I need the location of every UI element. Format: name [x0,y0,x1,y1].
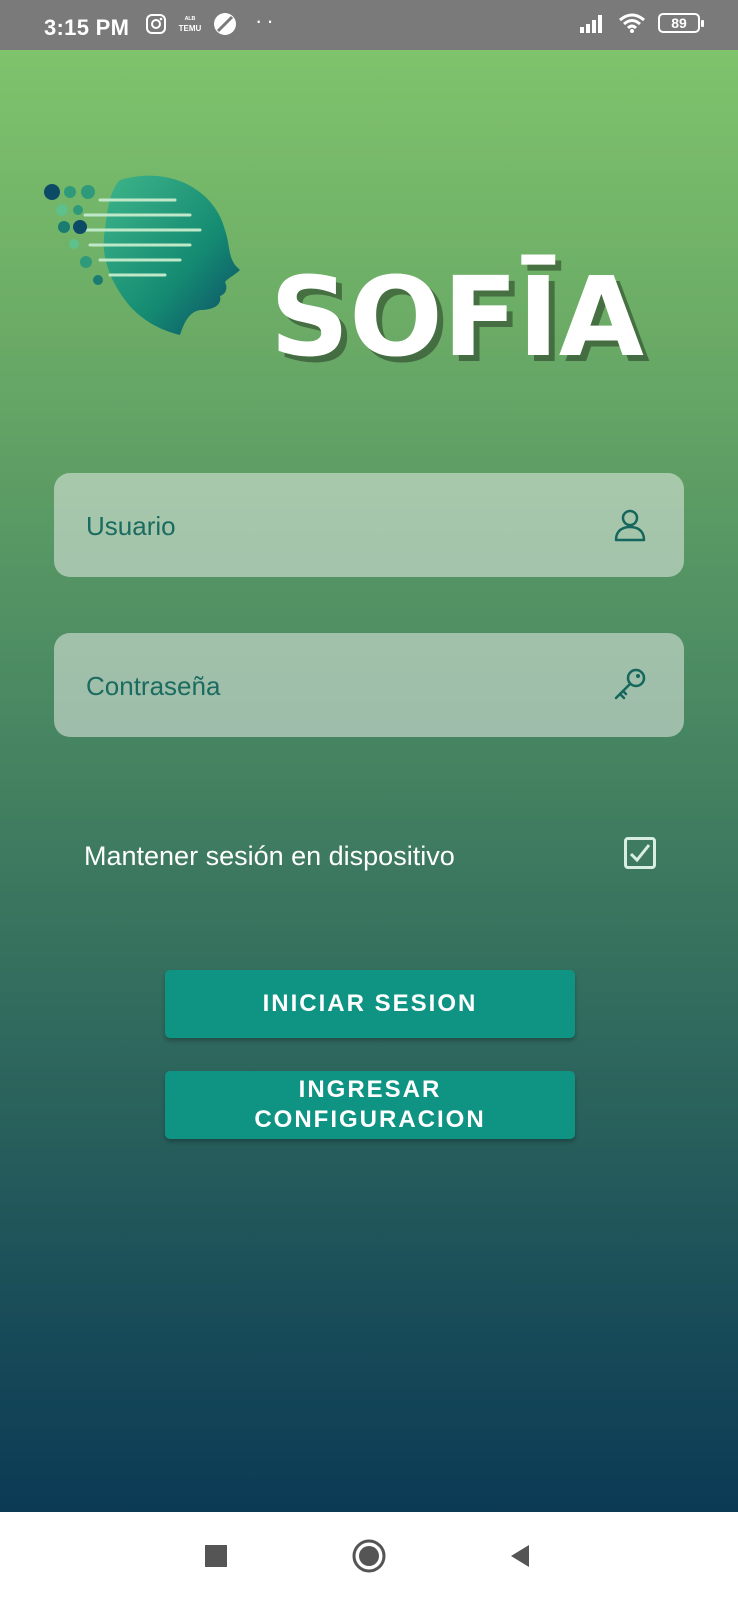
keep-session-label: Mantener sesión en dispositivo [84,841,455,871]
config-button-line1: INGRESAR [298,1076,442,1103]
config-button-line2: CONFIGURACION [254,1106,486,1133]
slash-circle-icon [214,13,236,35]
sofia-logo: SOFĪA SOFĪA [44,175,650,387]
home-circle-icon [352,1539,386,1573]
signal-icon [580,15,602,33]
notification-icons: ᴬᴸᴮ TEMU ·· [145,8,278,36]
login-screen: SOFĪA SOFĪA Mantener sesión en dispositi… [0,50,738,1512]
system-icons: 89 [580,12,704,34]
back-triangle-icon [511,1545,529,1567]
checkmark-icon [629,844,651,863]
keep-session-checkbox[interactable] [624,837,656,869]
wifi-icon [619,13,645,33]
status-bar: 3:15 PM ᴬᴸᴮ TEMU ·· 89 [0,0,738,50]
battery-icon: 89 [658,13,704,33]
more-dots-icon: ·· [255,8,278,33]
config-button[interactable]: INGRESAR CONFIGURACION [165,1071,575,1139]
username-field[interactable] [54,473,684,579]
instagram-icon [146,14,166,34]
password-field[interactable] [54,633,684,739]
key-icon [614,668,646,700]
keep-session-row: Mantener sesión en dispositivo [84,835,656,879]
navigation-bar [0,1512,738,1600]
recents-button[interactable] [194,1534,238,1578]
temu-icon: ᴬᴸᴮ TEMU [178,15,202,33]
user-icon [614,509,646,542]
login-button[interactable]: INICIAR SESION [165,970,575,1038]
home-button[interactable] [347,1534,391,1578]
password-input[interactable] [84,633,608,739]
back-button[interactable] [498,1534,542,1578]
username-input[interactable] [84,473,608,579]
logo-wordmark-main: SOFĪA [270,253,644,381]
recents-square-icon [205,1545,227,1567]
status-time: 3:15 PM [44,15,130,40]
